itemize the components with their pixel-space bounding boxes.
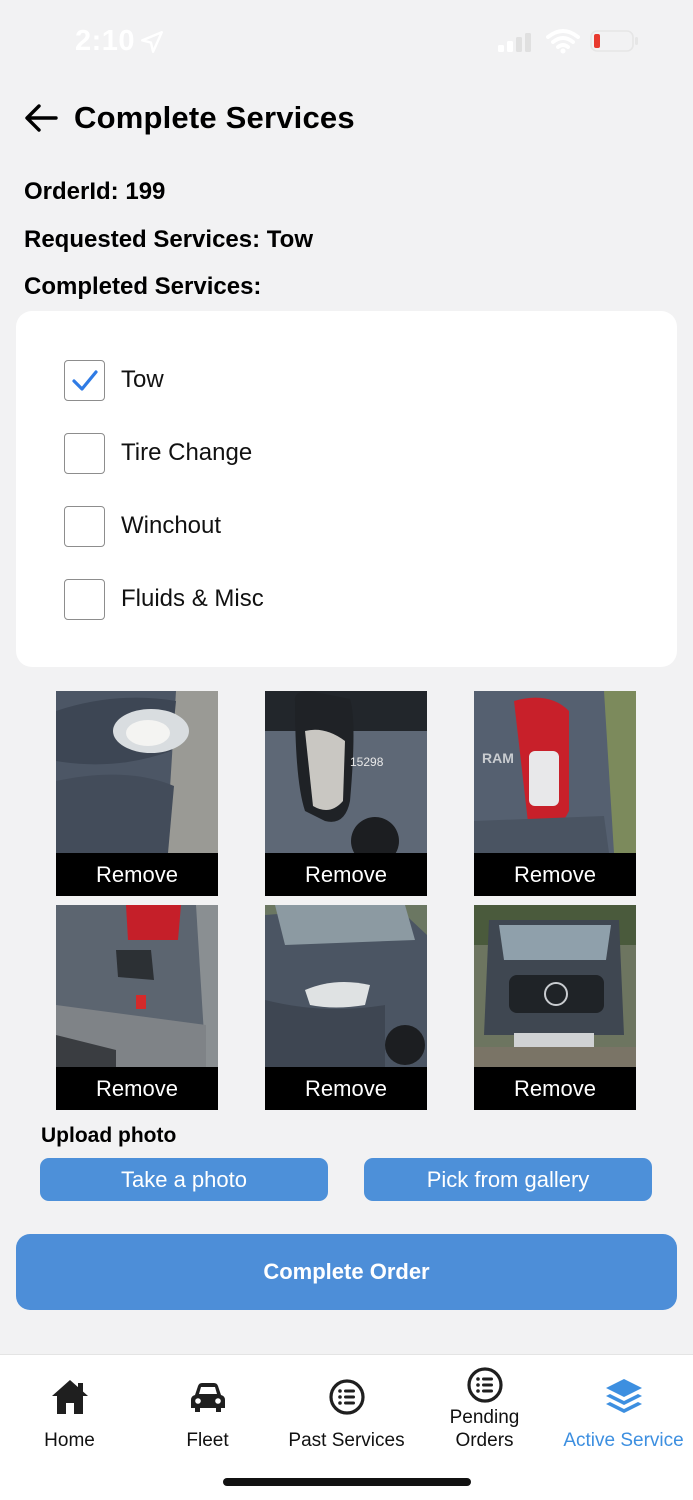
wifi-icon [546, 29, 580, 54]
tab-pending-orders[interactable]: Pending Orders [415, 1355, 554, 1465]
page-header: Complete Services [22, 96, 355, 140]
service-label: Tow [121, 366, 164, 393]
van-taillight-photo: RAM [474, 691, 636, 853]
checkbox[interactable] [64, 432, 105, 474]
complete-order-button[interactable]: Complete Order [16, 1234, 677, 1310]
list-icon [328, 1379, 365, 1415]
photo-thumbnail: 15298 Remove [265, 691, 427, 896]
battery-icon [590, 30, 638, 52]
checkbox-checked[interactable] [64, 359, 105, 401]
van-front-photo [474, 905, 636, 1067]
remove-photo-button[interactable]: Remove [56, 1067, 218, 1110]
tab-label: Home [44, 1430, 95, 1451]
signal-icon [498, 33, 531, 52]
home-indicator [223, 1478, 471, 1486]
tab-label: Fleet [186, 1430, 229, 1451]
van-rear-bumper-photo [56, 905, 218, 1067]
van-headlight-photo [56, 691, 218, 853]
van-mirror-photo: 15298 [265, 691, 427, 853]
photo-thumbnail: RAM Remove [474, 691, 636, 896]
checkmark-icon [72, 369, 98, 391]
order-id-text: OrderId: 199 [24, 178, 166, 205]
pick-from-gallery-button[interactable]: Pick from gallery [364, 1158, 652, 1201]
upload-photo-label: Upload photo [41, 1124, 177, 1147]
remove-photo-button[interactable]: Remove [56, 853, 218, 896]
tab-fleet[interactable]: Fleet [138, 1355, 277, 1465]
home-icon [51, 1380, 88, 1414]
service-option-tow[interactable]: Tow [64, 359, 164, 401]
checkbox[interactable] [64, 578, 105, 620]
service-option-fluids-misc[interactable]: Fluids & Misc [64, 578, 264, 620]
page-title: Complete Services [74, 100, 355, 135]
tab-past-services[interactable]: Past Services [277, 1355, 416, 1465]
status-time: 2:10 [75, 25, 136, 57]
layers-icon [605, 1379, 642, 1413]
service-label: Tire Change [121, 439, 253, 466]
location-arrow-icon [141, 31, 163, 53]
service-label: Fluids & Misc [121, 585, 264, 612]
car-icon [190, 1383, 225, 1412]
svg-text:15298: 15298 [350, 755, 384, 769]
remove-photo-button[interactable]: Remove [474, 853, 636, 896]
status-bar: 2:10 [0, 0, 693, 84]
checkbox[interactable] [64, 505, 105, 547]
svg-text:RAM: RAM [482, 750, 514, 766]
completed-services-heading: Completed Services: [24, 273, 262, 300]
requested-services-text: Requested Services: Tow [24, 226, 313, 253]
remove-photo-button[interactable]: Remove [265, 1067, 427, 1110]
services-checklist: Tow Tire Change Winchout Fluids & Misc [16, 311, 677, 667]
van-front-side-photo [265, 905, 427, 1067]
tab-active-service[interactable]: Active Service [554, 1355, 693, 1465]
tab-label-line2: Orders [455, 1430, 514, 1451]
tab-label-line1: Pending [449, 1407, 520, 1428]
take-photo-button[interactable]: Take a photo [40, 1158, 328, 1201]
arrow-left-icon[interactable] [22, 99, 60, 137]
tab-home[interactable]: Home [0, 1355, 139, 1465]
photo-thumbnail: Remove [56, 691, 218, 896]
photo-thumbnail: Remove [265, 905, 427, 1110]
service-label: Winchout [121, 512, 222, 539]
photo-thumbnail: Remove [56, 905, 218, 1110]
photo-thumbnail: Remove [474, 905, 636, 1110]
tab-label: Active Service [563, 1430, 684, 1451]
tab-label: Past Services [288, 1430, 405, 1451]
list-icon [466, 1367, 503, 1403]
remove-photo-button[interactable]: Remove [265, 853, 427, 896]
service-option-winchout[interactable]: Winchout [64, 505, 221, 547]
remove-photo-button[interactable]: Remove [474, 1067, 636, 1110]
service-option-tire-change[interactable]: Tire Change [64, 432, 252, 474]
